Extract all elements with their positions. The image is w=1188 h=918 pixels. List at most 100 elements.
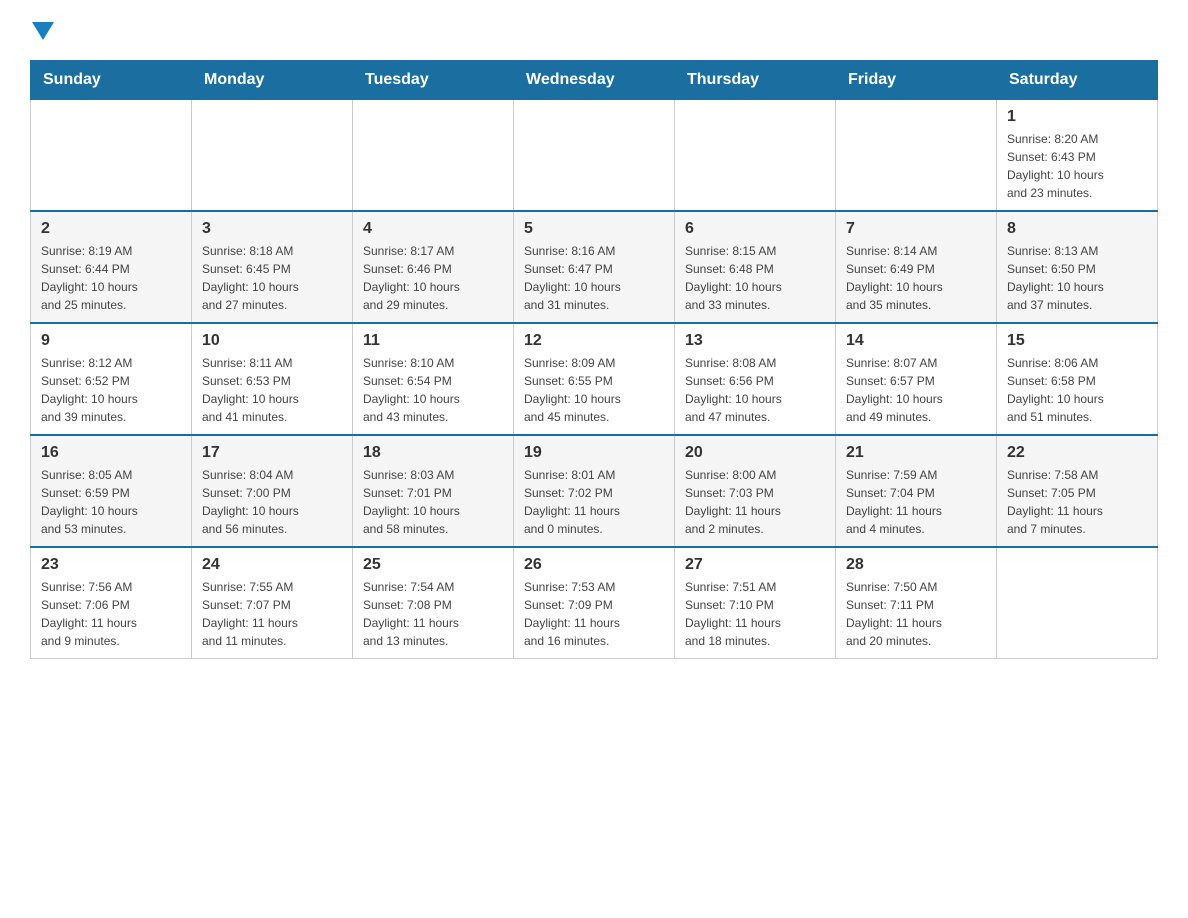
- day-number: 13: [685, 332, 825, 350]
- calendar-cell: 3 Sunrise: 8:18 AM Sunset: 6:45 PM Daylig…: [192, 211, 353, 323]
- logo: [30, 20, 54, 40]
- day-info: Sunrise: 7:59 AM Sunset: 7:04 PM Dayligh…: [846, 466, 986, 538]
- calendar-cell: 10 Sunrise: 8:11 AM Sunset: 6:53 PM Dayli…: [192, 323, 353, 435]
- calendar-cell: [192, 100, 353, 212]
- day-header-thursday: Thursday: [675, 61, 836, 100]
- day-info: Sunrise: 8:09 AM Sunset: 6:55 PM Dayligh…: [524, 354, 664, 426]
- page-header: [30, 20, 1158, 40]
- day-info: Sunrise: 8:11 AM Sunset: 6:53 PM Dayligh…: [202, 354, 342, 426]
- day-info: Sunrise: 7:51 AM Sunset: 7:10 PM Dayligh…: [685, 578, 825, 650]
- day-info: Sunrise: 8:16 AM Sunset: 6:47 PM Dayligh…: [524, 242, 664, 314]
- day-number: 25: [363, 556, 503, 574]
- day-header-sunday: Sunday: [31, 61, 192, 100]
- calendar-cell: 22 Sunrise: 7:58 AM Sunset: 7:05 PM Dayli…: [997, 435, 1158, 547]
- day-info: Sunrise: 7:54 AM Sunset: 7:08 PM Dayligh…: [363, 578, 503, 650]
- day-number: 3: [202, 220, 342, 238]
- day-number: 22: [1007, 444, 1147, 462]
- day-info: Sunrise: 8:13 AM Sunset: 6:50 PM Dayligh…: [1007, 242, 1147, 314]
- calendar-cell: 12Sunrise: 8:09 AM Sunset: 6:55 PM Dayli…: [514, 323, 675, 435]
- day-number: 2: [41, 220, 181, 238]
- calendar-cell: [31, 100, 192, 212]
- day-number: 21: [846, 444, 986, 462]
- day-number: 27: [685, 556, 825, 574]
- day-info: Sunrise: 8:01 AM Sunset: 7:02 PM Dayligh…: [524, 466, 664, 538]
- calendar-cell: 19 Sunrise: 8:01 AM Sunset: 7:02 PM Dayli…: [514, 435, 675, 547]
- calendar-cell: 25 Sunrise: 7:54 AM Sunset: 7:08 PM Dayli…: [353, 547, 514, 659]
- calendar-cell: [997, 547, 1158, 659]
- day-number: 10: [202, 332, 342, 350]
- day-number: 1: [1007, 108, 1147, 126]
- calendar-week-row: 2 Sunrise: 8:19 AM Sunset: 6:44 PM Daylig…: [31, 211, 1158, 323]
- day-info: Sunrise: 7:53 AM Sunset: 7:09 PM Dayligh…: [524, 578, 664, 650]
- day-info: Sunrise: 8:10 AM Sunset: 6:54 PM Dayligh…: [363, 354, 503, 426]
- day-number: 28: [846, 556, 986, 574]
- calendar-header-row: SundayMondayTuesdayWednesdayThursdayFrid…: [31, 61, 1158, 100]
- day-number: 18: [363, 444, 503, 462]
- day-info: Sunrise: 8:07 AM Sunset: 6:57 PM Dayligh…: [846, 354, 986, 426]
- day-number: 11: [363, 332, 503, 350]
- day-number: 4: [363, 220, 503, 238]
- day-number: 17: [202, 444, 342, 462]
- calendar-cell: 9 Sunrise: 8:12 AM Sunset: 6:52 PM Daylig…: [31, 323, 192, 435]
- calendar-cell: [675, 100, 836, 212]
- day-info: Sunrise: 7:55 AM Sunset: 7:07 PM Dayligh…: [202, 578, 342, 650]
- calendar-cell: 8Sunrise: 8:13 AM Sunset: 6:50 PM Daylig…: [997, 211, 1158, 323]
- calendar-cell: 28 Sunrise: 7:50 AM Sunset: 7:11 PM Dayli…: [836, 547, 997, 659]
- day-number: 16: [41, 444, 181, 462]
- calendar-cell: 27 Sunrise: 7:51 AM Sunset: 7:10 PM Dayli…: [675, 547, 836, 659]
- day-info: Sunrise: 8:14 AM Sunset: 6:49 PM Dayligh…: [846, 242, 986, 314]
- calendar-cell: 21 Sunrise: 7:59 AM Sunset: 7:04 PM Dayli…: [836, 435, 997, 547]
- day-number: 24: [202, 556, 342, 574]
- calendar-cell: 26 Sunrise: 7:53 AM Sunset: 7:09 PM Dayli…: [514, 547, 675, 659]
- day-info: Sunrise: 8:17 AM Sunset: 6:46 PM Dayligh…: [363, 242, 503, 314]
- day-info: Sunrise: 7:56 AM Sunset: 7:06 PM Dayligh…: [41, 578, 181, 650]
- calendar-cell: [514, 100, 675, 212]
- calendar-week-row: 16 Sunrise: 8:05 AM Sunset: 6:59 PM Dayli…: [31, 435, 1158, 547]
- calendar-cell: 15 Sunrise: 8:06 AM Sunset: 6:58 PM Dayli…: [997, 323, 1158, 435]
- calendar-cell: 6 Sunrise: 8:15 AM Sunset: 6:48 PM Daylig…: [675, 211, 836, 323]
- calendar-week-row: 23Sunrise: 7:56 AM Sunset: 7:06 PM Dayli…: [31, 547, 1158, 659]
- day-info: Sunrise: 8:00 AM Sunset: 7:03 PM Dayligh…: [685, 466, 825, 538]
- day-info: Sunrise: 8:04 AM Sunset: 7:00 PM Dayligh…: [202, 466, 342, 538]
- day-info: Sunrise: 8:20 AM Sunset: 6:43 PM Dayligh…: [1007, 130, 1147, 202]
- day-info: Sunrise: 7:58 AM Sunset: 7:05 PM Dayligh…: [1007, 466, 1147, 538]
- logo-arrow-icon: [32, 22, 54, 40]
- calendar-cell: 23Sunrise: 7:56 AM Sunset: 7:06 PM Dayli…: [31, 547, 192, 659]
- day-header-wednesday: Wednesday: [514, 61, 675, 100]
- day-info: Sunrise: 8:19 AM Sunset: 6:44 PM Dayligh…: [41, 242, 181, 314]
- calendar-cell: 17 Sunrise: 8:04 AM Sunset: 7:00 PM Dayli…: [192, 435, 353, 547]
- day-info: Sunrise: 8:15 AM Sunset: 6:48 PM Dayligh…: [685, 242, 825, 314]
- calendar-cell: 4 Sunrise: 8:17 AM Sunset: 6:46 PM Daylig…: [353, 211, 514, 323]
- day-number: 26: [524, 556, 664, 574]
- calendar-cell: [836, 100, 997, 212]
- day-info: Sunrise: 8:18 AM Sunset: 6:45 PM Dayligh…: [202, 242, 342, 314]
- day-number: 14: [846, 332, 986, 350]
- day-header-friday: Friday: [836, 61, 997, 100]
- day-info: Sunrise: 7:50 AM Sunset: 7:11 PM Dayligh…: [846, 578, 986, 650]
- day-header-tuesday: Tuesday: [353, 61, 514, 100]
- calendar-cell: 11 Sunrise: 8:10 AM Sunset: 6:54 PM Dayli…: [353, 323, 514, 435]
- calendar-week-row: 9 Sunrise: 8:12 AM Sunset: 6:52 PM Daylig…: [31, 323, 1158, 435]
- day-number: 19: [524, 444, 664, 462]
- calendar-cell: 1 Sunrise: 8:20 AM Sunset: 6:43 PM Daylig…: [997, 100, 1158, 212]
- day-number: 9: [41, 332, 181, 350]
- calendar-week-row: 1 Sunrise: 8:20 AM Sunset: 6:43 PM Daylig…: [31, 100, 1158, 212]
- calendar-cell: 18Sunrise: 8:03 AM Sunset: 7:01 PM Dayli…: [353, 435, 514, 547]
- day-number: 6: [685, 220, 825, 238]
- day-header-monday: Monday: [192, 61, 353, 100]
- calendar-cell: 14 Sunrise: 8:07 AM Sunset: 6:57 PM Dayli…: [836, 323, 997, 435]
- day-number: 5: [524, 220, 664, 238]
- day-number: 20: [685, 444, 825, 462]
- calendar-cell: 7 Sunrise: 8:14 AM Sunset: 6:49 PM Daylig…: [836, 211, 997, 323]
- calendar-cell: 2 Sunrise: 8:19 AM Sunset: 6:44 PM Daylig…: [31, 211, 192, 323]
- calendar-cell: 13 Sunrise: 8:08 AM Sunset: 6:56 PM Dayli…: [675, 323, 836, 435]
- day-number: 7: [846, 220, 986, 238]
- calendar-cell: [353, 100, 514, 212]
- day-info: Sunrise: 8:06 AM Sunset: 6:58 PM Dayligh…: [1007, 354, 1147, 426]
- day-number: 15: [1007, 332, 1147, 350]
- day-info: Sunrise: 8:05 AM Sunset: 6:59 PM Dayligh…: [41, 466, 181, 538]
- day-info: Sunrise: 8:12 AM Sunset: 6:52 PM Dayligh…: [41, 354, 181, 426]
- day-info: Sunrise: 8:08 AM Sunset: 6:56 PM Dayligh…: [685, 354, 825, 426]
- calendar-cell: 24 Sunrise: 7:55 AM Sunset: 7:07 PM Dayli…: [192, 547, 353, 659]
- day-header-saturday: Saturday: [997, 61, 1158, 100]
